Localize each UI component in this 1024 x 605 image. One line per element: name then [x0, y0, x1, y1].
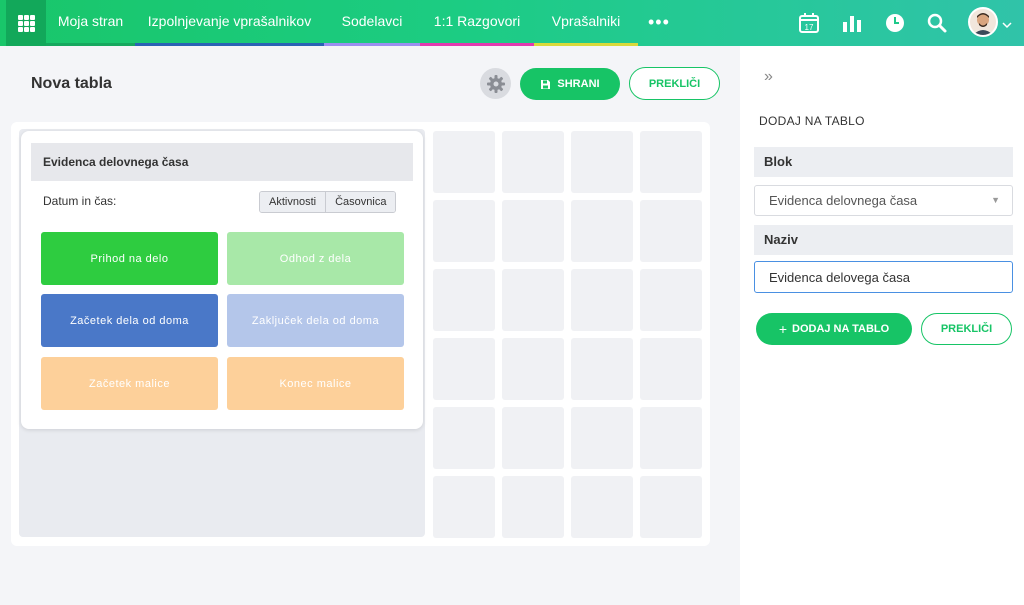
avatar[interactable] [968, 7, 998, 37]
block-select[interactable]: Evidenca delovnega časa ▼ [754, 185, 1013, 216]
board-grid-cell[interactable] [433, 269, 495, 331]
caret-down-icon: ▼ [991, 195, 1000, 205]
board-grid-cell[interactable] [502, 476, 564, 538]
nav-item-label: Sodelavci [341, 13, 403, 29]
board-grid-cell[interactable] [502, 131, 564, 193]
board-grid-cell[interactable] [571, 269, 633, 331]
board-grid-cell[interactable] [640, 200, 702, 262]
board-grid-cell[interactable] [502, 338, 564, 400]
floppy-disk-icon [541, 79, 551, 89]
nav-item-vprasalniki[interactable]: Vprašalniki [534, 0, 638, 46]
board-grid-cell[interactable] [502, 407, 564, 469]
more-menu-button[interactable]: ••• [648, 12, 670, 33]
nav-item-razgovori[interactable]: 1:1 Razgovori [420, 0, 534, 46]
end-break-button[interactable]: Konec malice [227, 357, 404, 410]
end-remote-work-button[interactable]: Zaključek dela od doma [227, 294, 404, 347]
board-grid-cell[interactable] [433, 338, 495, 400]
save-button-label: SHRANI [557, 78, 600, 90]
tab-casovnica[interactable]: Časovnica [326, 192, 396, 212]
tab-aktivnosti[interactable]: Aktivnosti [260, 192, 327, 212]
calendar-day: 17 [805, 23, 814, 32]
start-remote-work-button[interactable]: Začetek dela od doma [41, 294, 218, 347]
apps-grid-icon [17, 14, 35, 32]
board-grid-cell[interactable] [571, 407, 633, 469]
collapse-panel-icon[interactable]: » [764, 68, 773, 86]
start-break-button[interactable]: Začetek malice [41, 357, 218, 410]
add-to-board-label: DODAJ NA TABLO [792, 323, 890, 335]
board-grid-cell[interactable] [433, 200, 495, 262]
board-grid-cell[interactable] [640, 407, 702, 469]
arrival-button[interactable]: Prihod na delo [41, 232, 218, 285]
calendar-icon[interactable]: 17 [797, 11, 821, 35]
save-button[interactable]: SHRANI [520, 68, 620, 100]
block-select-value: Evidenca delovnega časa [769, 193, 918, 208]
add-to-board-button[interactable]: + DODAJ NA TABLO [756, 313, 912, 345]
nav-item-label: Izpolnjevanje vprašalnikov [147, 13, 312, 29]
view-toggle: Aktivnosti Časovnica [259, 191, 397, 213]
board-grid-cell[interactable] [640, 131, 702, 193]
nav-item-sodelavci[interactable]: Sodelavci [324, 0, 420, 46]
nav-underline [324, 43, 420, 46]
board-grid-cell[interactable] [640, 269, 702, 331]
board-grid-cell[interactable] [433, 407, 495, 469]
plus-icon: + [778, 321, 787, 337]
nav-item-moja-stran[interactable]: Moja stran [46, 0, 135, 46]
nav-item-label: Moja stran [57, 13, 124, 29]
board-grid-cell[interactable] [571, 131, 633, 193]
gear-icon [486, 74, 505, 93]
time-tracking-widget[interactable]: Evidenca delovnega časa Datum in čas: Ak… [21, 131, 423, 429]
settings-button[interactable] [480, 68, 511, 99]
nav-underline [135, 43, 324, 46]
top-navigation-bar: Moja stran Izpolnjevanje vprašalnikov So… [0, 0, 1024, 46]
board-grid-cell[interactable] [433, 131, 495, 193]
cancel-button[interactable]: PREKLIČI [629, 67, 720, 100]
chevron-down-icon[interactable] [1002, 16, 1012, 34]
widget-header: Evidenca delovnega časa [31, 143, 413, 181]
nav-underline [534, 43, 638, 46]
board-grid-cell[interactable] [571, 338, 633, 400]
datetime-label: Datum in čas: [43, 194, 117, 208]
nav-item-label: 1:1 Razgovori [433, 13, 521, 29]
page-title: Nova tabla [31, 75, 112, 92]
panel-cancel-button[interactable]: PREKLIČI [921, 313, 1012, 345]
board-grid-cell[interactable] [433, 476, 495, 538]
apps-menu-button[interactable] [6, 0, 46, 46]
board-grid-cell[interactable] [640, 338, 702, 400]
board-grid-cell[interactable] [571, 200, 633, 262]
panel-title: DODAJ NA TABLO [759, 114, 865, 128]
nav-item-izpolnjevanje[interactable]: Izpolnjevanje vprašalnikov [135, 0, 324, 46]
board-grid-cell[interactable] [571, 476, 633, 538]
board-grid-cell[interactable] [640, 476, 702, 538]
departure-button[interactable]: Odhod z dela [227, 232, 404, 285]
nav-underline [420, 43, 534, 46]
name-label: Naziv [754, 225, 1013, 255]
nav-underline [46, 43, 135, 46]
board-grid-cell[interactable] [502, 269, 564, 331]
search-icon[interactable] [925, 11, 949, 35]
bar-chart-icon[interactable] [840, 11, 864, 35]
nav-item-label: Vprašalniki [551, 13, 621, 29]
clock-icon[interactable] [883, 11, 907, 35]
block-label: Blok [754, 147, 1013, 177]
name-input[interactable] [754, 261, 1013, 293]
add-to-board-panel: » DODAJ NA TABLO Blok Evidenca delovnega… [740, 46, 1024, 605]
board-grid-cell[interactable] [502, 200, 564, 262]
